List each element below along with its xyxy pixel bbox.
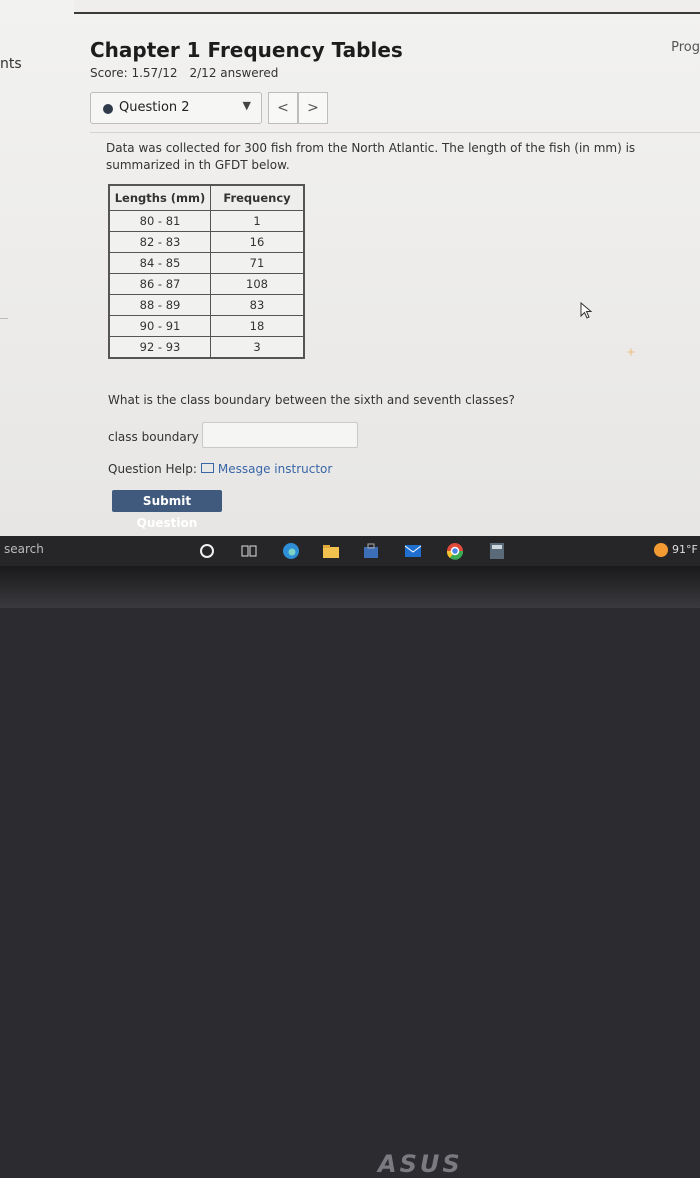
laptop-bezel: ASUS (0, 566, 700, 1178)
mail-icon (200, 463, 214, 473)
frequency-cell: 71 (210, 252, 305, 274)
progress-link[interactable]: Prog (671, 40, 700, 55)
score-line: Score: 1.57/12 2/12 answered (90, 66, 278, 80)
brand-logo: ASUS (378, 1150, 463, 1178)
answered-count: 2/12 answered (189, 66, 279, 80)
table-row: 86 - 87 108 (108, 273, 305, 295)
question-help-label: Question Help: (108, 462, 197, 476)
length-cell: 90 - 91 (108, 315, 211, 337)
class-boundary-input[interactable] (202, 422, 358, 448)
column-header: Lengths (mm) (108, 184, 211, 211)
table-row: 92 - 93 3 (108, 336, 305, 359)
previous-question-button[interactable]: < (268, 92, 298, 124)
taskbar: search 91°F (0, 536, 700, 566)
browser-screen: nts Chapter 1 Frequency Tables Score: 1.… (0, 0, 700, 536)
length-cell: 88 - 89 (108, 294, 211, 316)
table-row: 88 - 89 83 (108, 294, 305, 316)
question-text: What is the class boundary between the s… (108, 393, 515, 407)
frequency-cell: 3 (210, 336, 305, 359)
table-row: 84 - 85 71 (108, 252, 305, 274)
length-cell: 86 - 87 (108, 273, 211, 295)
length-cell: 92 - 93 (108, 336, 211, 359)
cortana-icon[interactable] (198, 542, 216, 560)
frequency-cell: 83 (210, 294, 305, 316)
browser-top-edge (74, 0, 700, 14)
question-select[interactable]: Question 2 ▼ (90, 92, 262, 124)
weather-temperature[interactable]: 91°F (672, 543, 698, 556)
chrome-icon[interactable] (446, 542, 464, 560)
page-title: Chapter 1 Frequency Tables (90, 38, 403, 62)
table-row: 80 - 81 1 (108, 210, 305, 232)
column-header: Frequency (210, 184, 305, 211)
table-header-row: Lengths (mm) Frequency (108, 184, 305, 211)
length-cell: 84 - 85 (108, 252, 211, 274)
table-row: 82 - 83 16 (108, 231, 305, 253)
frequency-cell: 16 (210, 231, 305, 253)
mail-icon[interactable] (404, 542, 422, 560)
length-cell: 82 - 83 (108, 231, 211, 253)
class-boundary-label: class boundary = (108, 430, 213, 444)
table-row: 90 - 91 18 (108, 315, 305, 337)
frequency-cell: 108 (210, 273, 305, 295)
task-view-icon[interactable] (240, 542, 258, 560)
store-icon[interactable] (362, 542, 380, 560)
weather-icon[interactable] (654, 543, 668, 557)
divider (90, 132, 700, 133)
message-instructor-link[interactable]: Message instructor (218, 462, 332, 476)
question-status-icon (103, 104, 113, 114)
taskbar-search[interactable]: search (4, 542, 44, 556)
mouse-cursor-icon (580, 302, 593, 319)
sidebar-divider (0, 318, 8, 319)
problem-description: Data was collected for 300 fish from the… (106, 141, 636, 172)
question-select-label: Question 2 (119, 100, 190, 115)
score-text: Score: 1.57/12 (90, 66, 178, 80)
next-question-button[interactable]: > (298, 92, 328, 124)
edge-icon[interactable] (282, 542, 300, 560)
file-explorer-icon[interactable] (322, 542, 340, 560)
frequency-cell: 1 (210, 210, 305, 232)
sidebar-fragment[interactable]: nts (0, 56, 22, 72)
frequency-table: Lengths (mm) Frequency 80 - 81 1 82 - 83 1… (108, 184, 305, 359)
submit-question-button[interactable]: Submit Question (112, 490, 222, 530)
question-help: Question Help: Message instructor (108, 462, 332, 476)
length-cell: 80 - 81 (108, 210, 211, 232)
frequency-cell: 18 (210, 315, 305, 337)
calculator-icon[interactable] (488, 542, 506, 560)
screen-glare-icon (626, 347, 636, 357)
chevron-down-icon: ▼ (242, 99, 251, 112)
